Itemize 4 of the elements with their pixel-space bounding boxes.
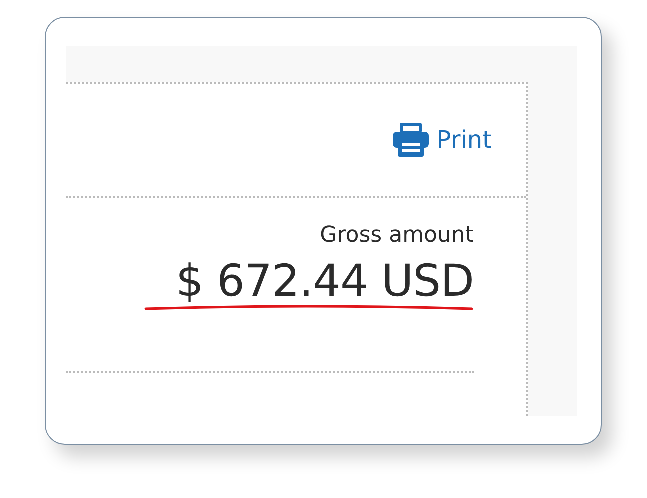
amount-value: $ 672.44 USD (176, 256, 474, 307)
amount-label: Gross amount (320, 223, 474, 248)
printer-icon (392, 123, 429, 157)
print-button[interactable]: Print (392, 123, 492, 157)
